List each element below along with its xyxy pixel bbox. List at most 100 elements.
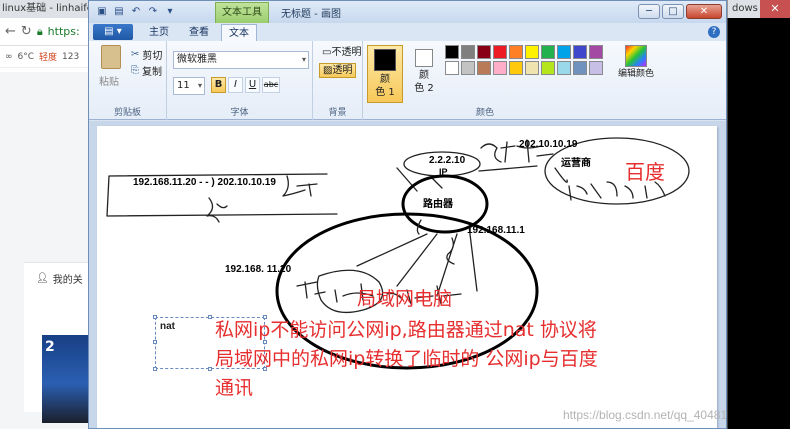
opaque-option[interactable]: ▭不透明 (319, 46, 364, 61)
paint-app-icon[interactable]: ▣ (95, 5, 109, 19)
customize-toolbar-icon[interactable]: ▾ (163, 5, 177, 19)
palette-swatch[interactable] (461, 61, 475, 75)
note-line-2: 局域网中的私网ip转换了临时的 公网ip与百度 (215, 348, 598, 370)
card-heading[interactable]: 我的关 (53, 271, 83, 286)
public-ip-label: 202.10.10.19 (519, 139, 578, 150)
reload-icon[interactable]: ↻ (21, 24, 32, 39)
article-thumbnail[interactable]: 2 (42, 335, 91, 423)
note-line-3: 通讯 (215, 377, 254, 399)
palette-swatch[interactable] (541, 45, 555, 59)
font-size-select[interactable]: 11 ▾ (173, 77, 205, 95)
maximize-button[interactable]: □ (662, 4, 684, 19)
browser-address-bar: ← ↻ 🔒︎ https: (0, 18, 91, 46)
background-terminal (727, 18, 790, 429)
chevron-down-icon: ▾ (301, 55, 306, 64)
scissors-icon: ✂ (131, 49, 140, 60)
cut-label: 剪切 (142, 51, 163, 62)
drawing-canvas[interactable]: 202.10.10.19 2.2.2.10 IP 运营商 百度 192.168.… (97, 126, 726, 428)
undo-icon[interactable]: ↶ (129, 5, 143, 19)
color1-button[interactable]: 颜 色 1 (367, 45, 403, 103)
nat-text[interactable]: nat (160, 321, 175, 332)
palette-swatch[interactable] (525, 61, 539, 75)
isp-label: 运营商 (561, 158, 591, 169)
tab-home[interactable]: 主页 (141, 24, 177, 41)
color1-swatch (374, 49, 396, 71)
window-title: 无标题 - 画图 (281, 9, 341, 20)
clipboard-group: 粘贴 ✂ 剪切 ⎘ 复制 剪贴板 (89, 41, 167, 120)
watermark: https://blog.csdn.net/qq_40481276 (563, 408, 727, 422)
window-controls: ─ □ ✕ (638, 4, 722, 19)
title-bar: ▣ ▤ ↶ ↷ ▾ 文本工具 无标题 - 画图 ─ □ ✕ (89, 1, 726, 23)
help-icon[interactable]: ? (708, 26, 720, 38)
paste-icon[interactable] (101, 45, 121, 69)
palette-swatch[interactable] (461, 45, 475, 59)
palette-swatch[interactable] (493, 45, 507, 59)
underline-button[interactable]: U (245, 77, 260, 93)
palette-swatch[interactable] (477, 45, 491, 59)
paint-menu-button[interactable]: ▤ ▾ (93, 24, 133, 40)
ribbon: 粘贴 ✂ 剪切 ⎘ 复制 剪贴板 微软雅黑 ▾ 11 ▾ B I U abc 字… (89, 41, 726, 120)
palette-swatch[interactable] (493, 61, 507, 75)
redo-icon[interactable]: ↷ (146, 5, 160, 19)
resize-handle[interactable] (153, 315, 157, 319)
copy-label: 复制 (142, 67, 162, 78)
palette-swatch[interactable] (589, 61, 603, 75)
palette-swatch[interactable] (445, 61, 459, 75)
edit-colors-label: 编辑颜色 (617, 69, 654, 79)
palette-swatch[interactable] (541, 61, 555, 75)
edit-colors-button[interactable]: 编辑颜色 (613, 45, 659, 80)
strikethrough-button[interactable]: abc (262, 77, 280, 93)
palette-swatch[interactable] (573, 61, 587, 75)
browser-tab[interactable]: linux基础 - linhaifeng (0, 0, 91, 18)
tab-text[interactable]: 文本 (221, 24, 257, 41)
palette-swatch[interactable] (445, 45, 459, 59)
colors-group: 颜 色 1 颜 色 2 编辑颜色 颜色 (365, 41, 665, 120)
cut-button[interactable]: ✂ 剪切 (131, 47, 162, 62)
resize-handle[interactable] (208, 315, 212, 319)
tab-view[interactable]: 查看 (181, 24, 217, 41)
baidu-label: 百度 (625, 160, 665, 184)
quick-access-toolbar: ▣ ▤ ↶ ↷ ▾ (95, 5, 177, 19)
palette-swatch[interactable] (509, 61, 523, 75)
clipboard-group-label: 剪贴板 (113, 108, 141, 118)
nat-mapping-label: 192.168.11.20 - - ) 202.10.10.19 (133, 177, 276, 188)
text-tools-context-tab: 文本工具 (215, 2, 269, 23)
browser-tab-title: linux基础 - linhaifeng (2, 3, 91, 14)
color-wheel-icon (625, 45, 647, 67)
paste-button[interactable]: 粘贴 (99, 73, 119, 88)
palette-swatch[interactable] (557, 45, 571, 59)
weather-temp: 6°C (17, 51, 35, 62)
palette-swatch[interactable] (557, 61, 571, 75)
close-button[interactable]: ✕ (686, 4, 722, 19)
browser-url[interactable]: https: (48, 25, 80, 38)
ip-caption-label: IP (439, 167, 448, 177)
back-arrow-icon[interactable]: ← (5, 24, 16, 39)
font-family-value: 微软雅黑 (177, 54, 217, 65)
transparent-option[interactable]: ▨透明 (319, 63, 357, 78)
router-lan-ip-label: 192.168.11.1 (467, 225, 525, 236)
resize-handle[interactable] (153, 367, 157, 371)
italic-button[interactable]: I (228, 77, 243, 93)
color2-button[interactable]: 颜 色 2 (409, 45, 439, 95)
palette-swatch[interactable] (573, 45, 587, 59)
font-group-label: 字体 (230, 108, 249, 118)
lan-pc-label: 局域网电脑 (357, 288, 453, 310)
browser-info-bar: ∞ 6°C 轻度 123 (0, 46, 91, 68)
background-browser: linux基础 - linhaifeng ← ↻ 🔒︎ https: ∞ 6°C… (0, 0, 92, 429)
palette-swatch[interactable] (589, 45, 603, 59)
bold-button[interactable]: B (211, 77, 226, 93)
palette-swatch[interactable] (525, 45, 539, 59)
resize-handle[interactable] (153, 340, 157, 344)
font-family-select[interactable]: 微软雅黑 ▾ (173, 51, 309, 69)
weather-icon: ∞ (5, 51, 13, 62)
resize-handle[interactable] (208, 367, 212, 371)
router-wan-ip-label: 2.2.2.10 (429, 155, 466, 166)
copy-button[interactable]: ⎘ 复制 (131, 63, 162, 78)
minimize-button[interactable]: ─ (638, 4, 660, 19)
background-close-button[interactable]: ✕ (760, 0, 790, 18)
background-group-label: 背景 (328, 108, 347, 118)
palette-swatch[interactable] (509, 45, 523, 59)
palette-swatch[interactable] (477, 61, 491, 75)
save-icon[interactable]: ▤ (112, 5, 126, 19)
user-icon: 👤︎ (36, 273, 49, 284)
